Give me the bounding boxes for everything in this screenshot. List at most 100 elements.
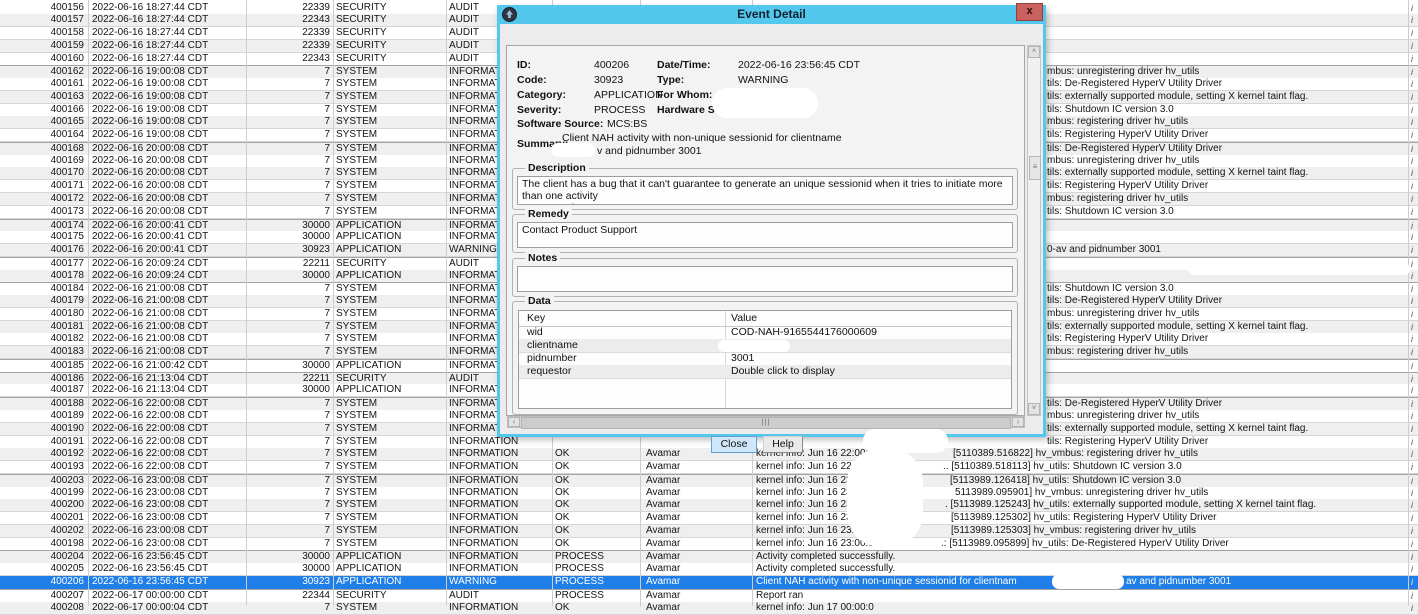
- table-row[interactable]: 4002062022-06-16 23:56:45 CDT30923APPLIC…: [0, 576, 1418, 589]
- cell-type: INFORMATION: [449, 563, 518, 575]
- cell-message-tail: . [5113989.125243] hv_utils: externally …: [945, 499, 1316, 511]
- cell-message-fragment: tils: Registering HyperV Utility Driver: [1047, 129, 1208, 141]
- cell-datetime: 2022-06-16 20:00:08 CDT: [92, 143, 208, 155]
- cell-code: 30000: [246, 270, 330, 282]
- cell-id: 400192: [0, 448, 84, 460]
- cell-id: 400190: [0, 423, 84, 435]
- horizontal-scrollbar[interactable]: ‹ ||| ›: [507, 416, 1025, 428]
- vertical-scroll-thumb[interactable]: ≡: [1029, 156, 1041, 180]
- data-value: 3001: [731, 352, 754, 365]
- field-label: For Whom:: [657, 89, 712, 101]
- cell-datetime: 2022-06-16 18:27:44 CDT: [92, 27, 208, 39]
- cell-id: 400198: [0, 538, 84, 550]
- cell-type: INFORMATION: [449, 461, 518, 473]
- edge-mark: i: [1411, 436, 1413, 448]
- table-row[interactable]: 4002002022-06-16 23:00:08 CDT7SYSTEMINFO…: [0, 499, 1418, 512]
- table-row[interactable]: 4002032022-06-16 23:00:08 CDT7SYSTEMINFO…: [0, 474, 1418, 488]
- cell-status: OK: [555, 461, 569, 473]
- cell-category: SYSTEM: [336, 104, 377, 116]
- table-row[interactable]: 4001922022-06-16 22:00:08 CDT7SYSTEMINFO…: [0, 448, 1418, 461]
- table-row[interactable]: 4002012022-06-16 23:00:08 CDT7SYSTEMINFO…: [0, 512, 1418, 525]
- table-row[interactable]: 4002082022-06-17 00:00:04 CDT7SYSTEMINFO…: [0, 602, 1418, 615]
- cell-message-tail: [5113989.126418] hv_utils: Shutdown IC v…: [950, 475, 1181, 487]
- close-button[interactable]: Close: [711, 436, 757, 453]
- cell-id: 400179: [0, 295, 84, 307]
- cell-message-fragment: tils: Shutdown IC version 3.0: [1047, 206, 1174, 218]
- cell-code: 7: [246, 410, 330, 422]
- cell-datetime: 2022-06-16 21:00:08 CDT: [92, 333, 208, 345]
- cell-datetime: 2022-06-16 21:00:08 CDT: [92, 295, 208, 307]
- notes-legend: Notes: [525, 252, 560, 264]
- cell-message-fragment: mbus: registering driver hv_utils: [1047, 193, 1188, 205]
- cell-source: Avamar: [646, 563, 680, 575]
- cell-type: AUDIT: [449, 53, 479, 65]
- column-divider: [246, 0, 247, 606]
- cell-code: 7: [246, 538, 330, 550]
- data-table-row[interactable]: pidnumber3001: [519, 352, 1011, 366]
- field-value: WARNING: [738, 74, 788, 86]
- cell-category: SYSTEM: [336, 512, 377, 524]
- table-row[interactable]: 4001932022-06-16 22:00:08 CDT7SYSTEMINFO…: [0, 461, 1418, 474]
- cell-code: 7: [246, 167, 330, 179]
- description-line2: concurrently: [522, 202, 1008, 205]
- data-table-row[interactable]: widCOD-NAH-9165544176000609: [519, 326, 1011, 340]
- cell-category: SYSTEM: [336, 602, 377, 614]
- cell-type: INFORMATION: [449, 499, 518, 511]
- cell-datetime: 2022-06-16 23:00:08 CDT: [92, 475, 208, 487]
- table-row[interactable]: 4002022022-06-16 23:00:08 CDT7SYSTEMINFO…: [0, 525, 1418, 538]
- description-textarea[interactable]: The client has a bug that it can't guara…: [517, 176, 1013, 205]
- table-row[interactable]: 4002072022-06-17 00:00:00 CDT22344SECURI…: [0, 589, 1418, 603]
- cell-message-tail: [5113989.125302] hv_utils: Registering H…: [951, 512, 1217, 524]
- scroll-up-icon[interactable]: ˄: [1028, 46, 1040, 58]
- notes-textarea[interactable]: [517, 266, 1013, 292]
- cell-status: OK: [555, 499, 569, 511]
- edge-mark: i: [1411, 258, 1413, 270]
- cell-datetime: 2022-06-16 19:00:08 CDT: [92, 104, 208, 116]
- edge-mark: i: [1411, 321, 1413, 333]
- cell-datetime: 2022-06-16 20:00:08 CDT: [92, 180, 208, 192]
- edge-mark: i: [1411, 602, 1413, 614]
- cell-code: 22339: [246, 40, 330, 52]
- cell-message-fragment: tils: externally supported module, setti…: [1047, 91, 1308, 103]
- cell-id: 400168: [0, 143, 84, 155]
- vertical-scrollbar[interactable]: ˄ ≡ ˅: [1027, 45, 1041, 416]
- cell-datetime: 2022-06-16 20:00:08 CDT: [92, 155, 208, 167]
- cell-id: 400205: [0, 563, 84, 575]
- cell-datetime: 2022-06-16 22:00:08 CDT: [92, 461, 208, 473]
- event-detail-dialog: Event Detail x ID:400206Date/Time:2022-0…: [497, 5, 1046, 437]
- cell-message-fragment: mbus: unregistering driver hv_utils: [1047, 308, 1199, 320]
- edge-mark: i: [1411, 27, 1413, 39]
- cell-code: 22344: [246, 590, 330, 602]
- dialog-titlebar[interactable]: Event Detail: [497, 5, 1046, 24]
- cell-message-fragment: tils: externally supported module, setti…: [1047, 167, 1308, 179]
- cell-code: 7: [246, 499, 330, 511]
- redaction-blob: [1052, 574, 1124, 589]
- close-icon[interactable]: x: [1016, 3, 1043, 21]
- cell-category: APPLICATION: [336, 231, 401, 243]
- field-value: 30923: [594, 74, 623, 86]
- cell-category: APPLICATION: [336, 576, 401, 588]
- horizontal-scroll-thumb[interactable]: |||: [521, 417, 1011, 429]
- scroll-left-icon[interactable]: ‹: [508, 417, 520, 427]
- remedy-textarea[interactable]: Contact Product Support: [517, 222, 1013, 248]
- cell-message-tail: .: [5113989.095899] hv_utils: De-Registe…: [941, 538, 1229, 550]
- cell-type: AUDIT: [449, 27, 479, 39]
- table-row[interactable]: 4002042022-06-16 23:56:45 CDT30000APPLIC…: [0, 550, 1418, 564]
- cell-datetime: 2022-06-16 20:00:08 CDT: [92, 193, 208, 205]
- cell-category: SYSTEM: [336, 78, 377, 90]
- cell-message-fragment: mbus: registering driver hv_utils: [1047, 346, 1188, 358]
- cell-message-fragment: tils: Registering HyperV Utility Driver: [1047, 333, 1208, 345]
- data-table-row[interactable]: requestorDouble click to display: [519, 365, 1011, 379]
- cell-code: 7: [246, 475, 330, 487]
- table-row[interactable]: 4002052022-06-16 23:56:45 CDT30000APPLIC…: [0, 563, 1418, 576]
- cell-status: PROCESS: [555, 576, 604, 588]
- scroll-down-icon[interactable]: ˅: [1028, 403, 1040, 415]
- cell-id: 400204: [0, 551, 84, 563]
- cell-category: SYSTEM: [336, 499, 377, 511]
- help-button[interactable]: Help: [763, 436, 803, 453]
- cell-id: 400180: [0, 308, 84, 320]
- edge-mark: i: [1411, 461, 1413, 473]
- redaction-blob: [847, 448, 923, 547]
- scroll-right-icon[interactable]: ›: [1012, 417, 1024, 427]
- cell-id: 400193: [0, 461, 84, 473]
